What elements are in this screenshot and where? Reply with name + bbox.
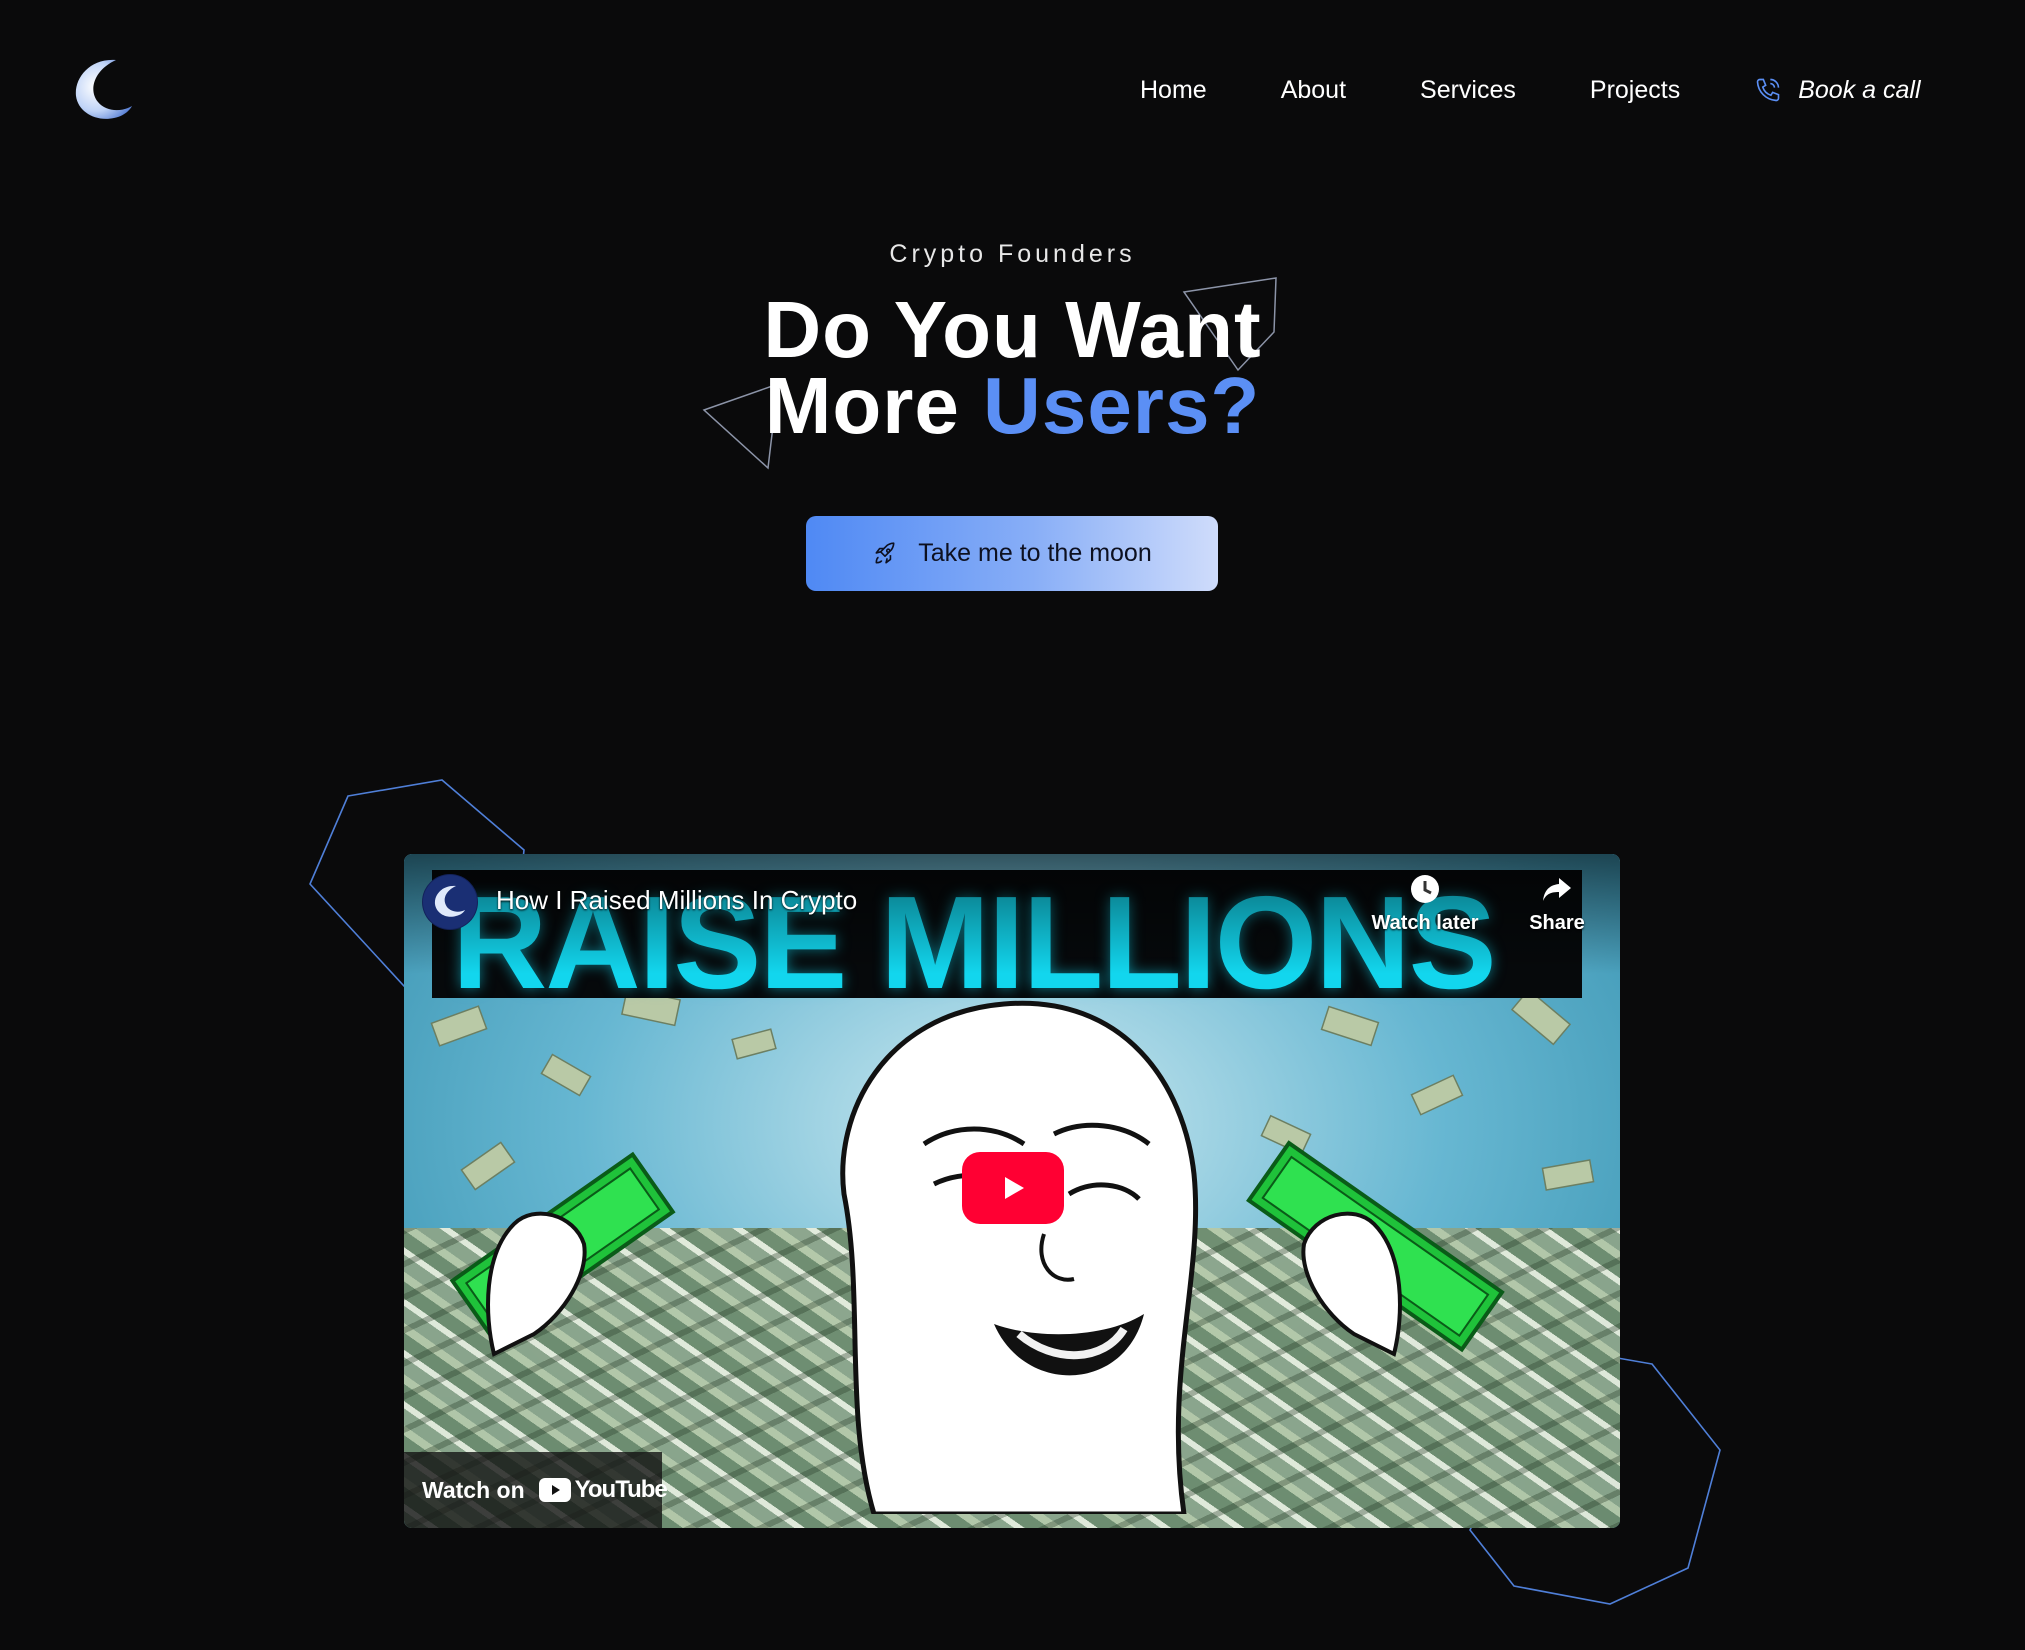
book-a-call-label: Book a call [1798,75,1921,104]
nav-projects[interactable]: Projects [1590,76,1680,105]
landing-page: Home About Services Projects Book a call… [0,0,2025,1650]
main-nav: Home About Services Projects Book a call [1140,70,1995,110]
youtube-play-icon [538,1478,571,1502]
watch-on-label: Watch on [422,1476,525,1503]
hero-eyebrow: Crypto Founders [889,240,1136,268]
headline-line-2-plain: More [764,361,984,450]
video-title-link[interactable]: How I Raised Millions In Crypto [496,885,857,916]
rocket-icon [875,541,895,563]
embedded-video-player[interactable]: RAISE MILLIONS How I Raised Millions In … [404,854,1620,1528]
phone-icon [1756,78,1780,102]
hero-headline: Do You Want More Users? [0,290,2025,446]
play-button[interactable] [962,1152,1064,1224]
nav-about[interactable]: About [1281,76,1346,105]
book-a-call-button[interactable]: Book a call [1754,75,1921,105]
cta-label: Take me to the moon [918,539,1152,567]
youtube-logo: YouTube [538,1476,668,1504]
take-me-to-the-moon-button[interactable]: Take me to the moon [806,516,1218,591]
play-icon [1005,1177,1024,1199]
share-button[interactable]: Share [1502,872,1612,935]
moon-logo-icon [423,875,477,929]
right-hand-cash-image [1246,1140,1505,1357]
moon-logo-icon[interactable] [72,56,134,122]
left-hand-cash-image [449,1151,676,1357]
cartoon-character-image [840,1000,1199,1514]
watch-later-button[interactable]: Watch later [1370,872,1480,935]
watch-on-youtube-button[interactable]: Watch on YouTube [404,1452,668,1528]
nav-services[interactable]: Services [1420,76,1516,105]
share-arrow-icon [1543,878,1571,901]
channel-avatar[interactable] [422,874,478,930]
nav-home[interactable]: Home [1140,76,1207,105]
headline-line-2-accent: Users? [983,361,1261,450]
youtube-wordmark: YouTube [574,1476,668,1503]
clock-icon [1411,875,1439,903]
